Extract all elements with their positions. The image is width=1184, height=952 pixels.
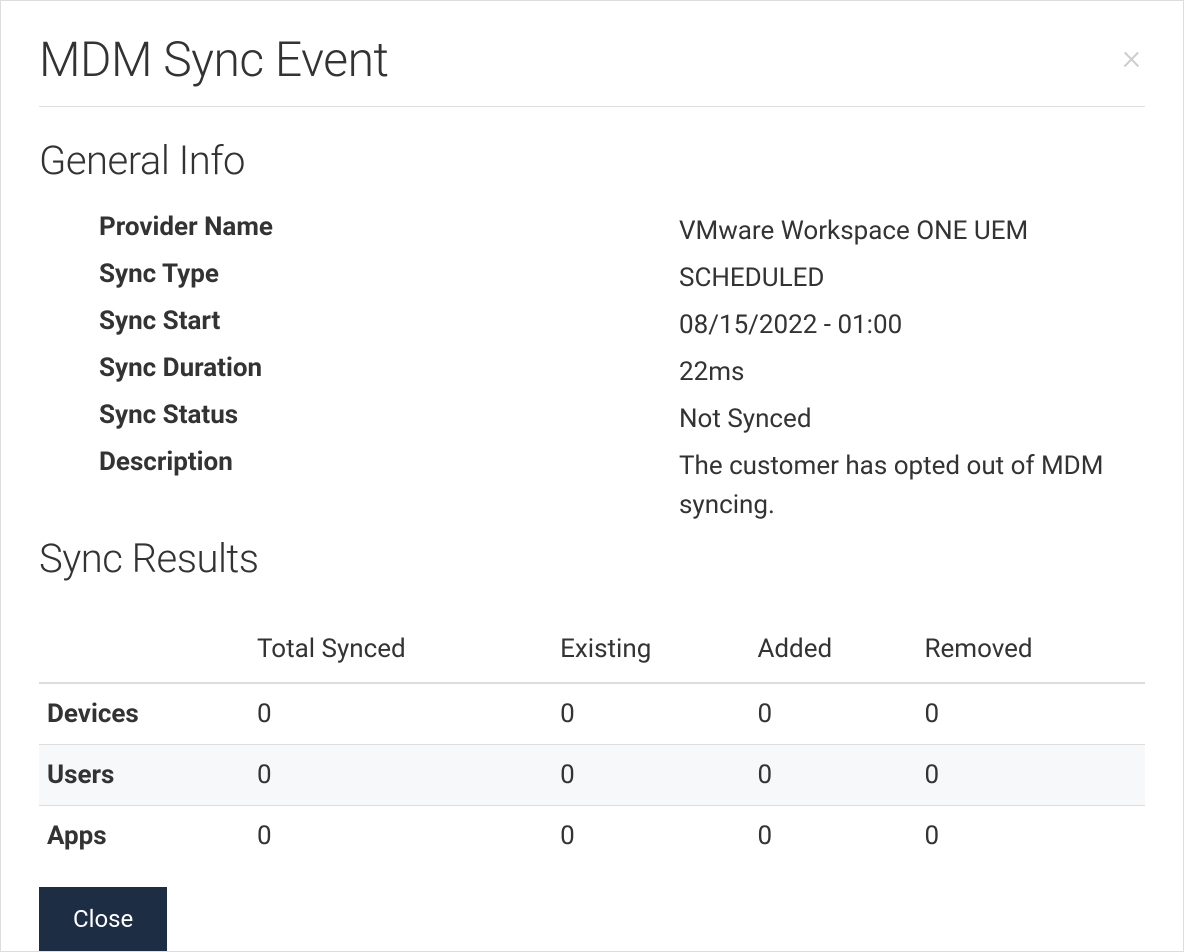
row-label-apps: Apps xyxy=(39,806,249,867)
sync-results-heading: Sync Results xyxy=(39,535,1145,582)
provider-name-label: Provider Name xyxy=(99,212,679,251)
sync-duration-label: Sync Duration xyxy=(99,353,679,392)
provider-name-value: VMware Workspace ONE UEM xyxy=(679,212,1145,251)
cell-apps-added: 0 xyxy=(749,806,916,867)
modal-title: MDM Sync Event xyxy=(39,31,388,88)
sync-duration-value: 22ms xyxy=(679,353,1145,392)
modal-header: MDM Sync Event × xyxy=(39,31,1145,107)
cell-users-added: 0 xyxy=(749,745,916,806)
sync-start-label: Sync Start xyxy=(99,306,679,345)
cell-devices-added: 0 xyxy=(749,683,916,745)
description-value: The customer has opted out of MDM syncin… xyxy=(679,447,1145,525)
modal-footer: Close xyxy=(39,887,167,951)
sync-status-value: Not Synced xyxy=(679,400,1145,439)
sync-start-value: 08/15/2022 - 01:00 xyxy=(679,306,1145,345)
col-header-removed: Removed xyxy=(916,622,1145,683)
sync-results-table: Total Synced Existing Added Removed Devi… xyxy=(39,622,1145,866)
cell-devices-existing: 0 xyxy=(552,683,749,745)
sync-status-label: Sync Status xyxy=(99,400,679,439)
cell-apps-existing: 0 xyxy=(552,806,749,867)
col-header-blank xyxy=(39,622,249,683)
sync-type-label: Sync Type xyxy=(99,259,679,298)
cell-devices-total: 0 xyxy=(249,683,552,745)
table-row: Apps 0 0 0 0 xyxy=(39,806,1145,867)
modal-container: MDM Sync Event × General Info Provider N… xyxy=(0,0,1184,952)
table-header-row: Total Synced Existing Added Removed xyxy=(39,622,1145,683)
col-header-total-synced: Total Synced xyxy=(249,622,552,683)
sync-type-value: SCHEDULED xyxy=(679,259,1145,298)
table-row: Devices 0 0 0 0 xyxy=(39,683,1145,745)
cell-users-total: 0 xyxy=(249,745,552,806)
row-label-devices: Devices xyxy=(39,683,249,745)
close-icon[interactable]: × xyxy=(1118,39,1145,75)
close-button[interactable]: Close xyxy=(39,887,167,951)
description-label: Description xyxy=(99,447,679,525)
cell-users-removed: 0 xyxy=(916,745,1145,806)
row-label-users: Users xyxy=(39,745,249,806)
col-header-existing: Existing xyxy=(552,622,749,683)
col-header-added: Added xyxy=(749,622,916,683)
cell-apps-total: 0 xyxy=(249,806,552,867)
general-info-heading: General Info xyxy=(39,137,1145,184)
general-info-grid: Provider Name VMware Workspace ONE UEM S… xyxy=(99,212,1145,525)
cell-apps-removed: 0 xyxy=(916,806,1145,867)
cell-users-existing: 0 xyxy=(552,745,749,806)
cell-devices-removed: 0 xyxy=(916,683,1145,745)
table-row: Users 0 0 0 0 xyxy=(39,745,1145,806)
